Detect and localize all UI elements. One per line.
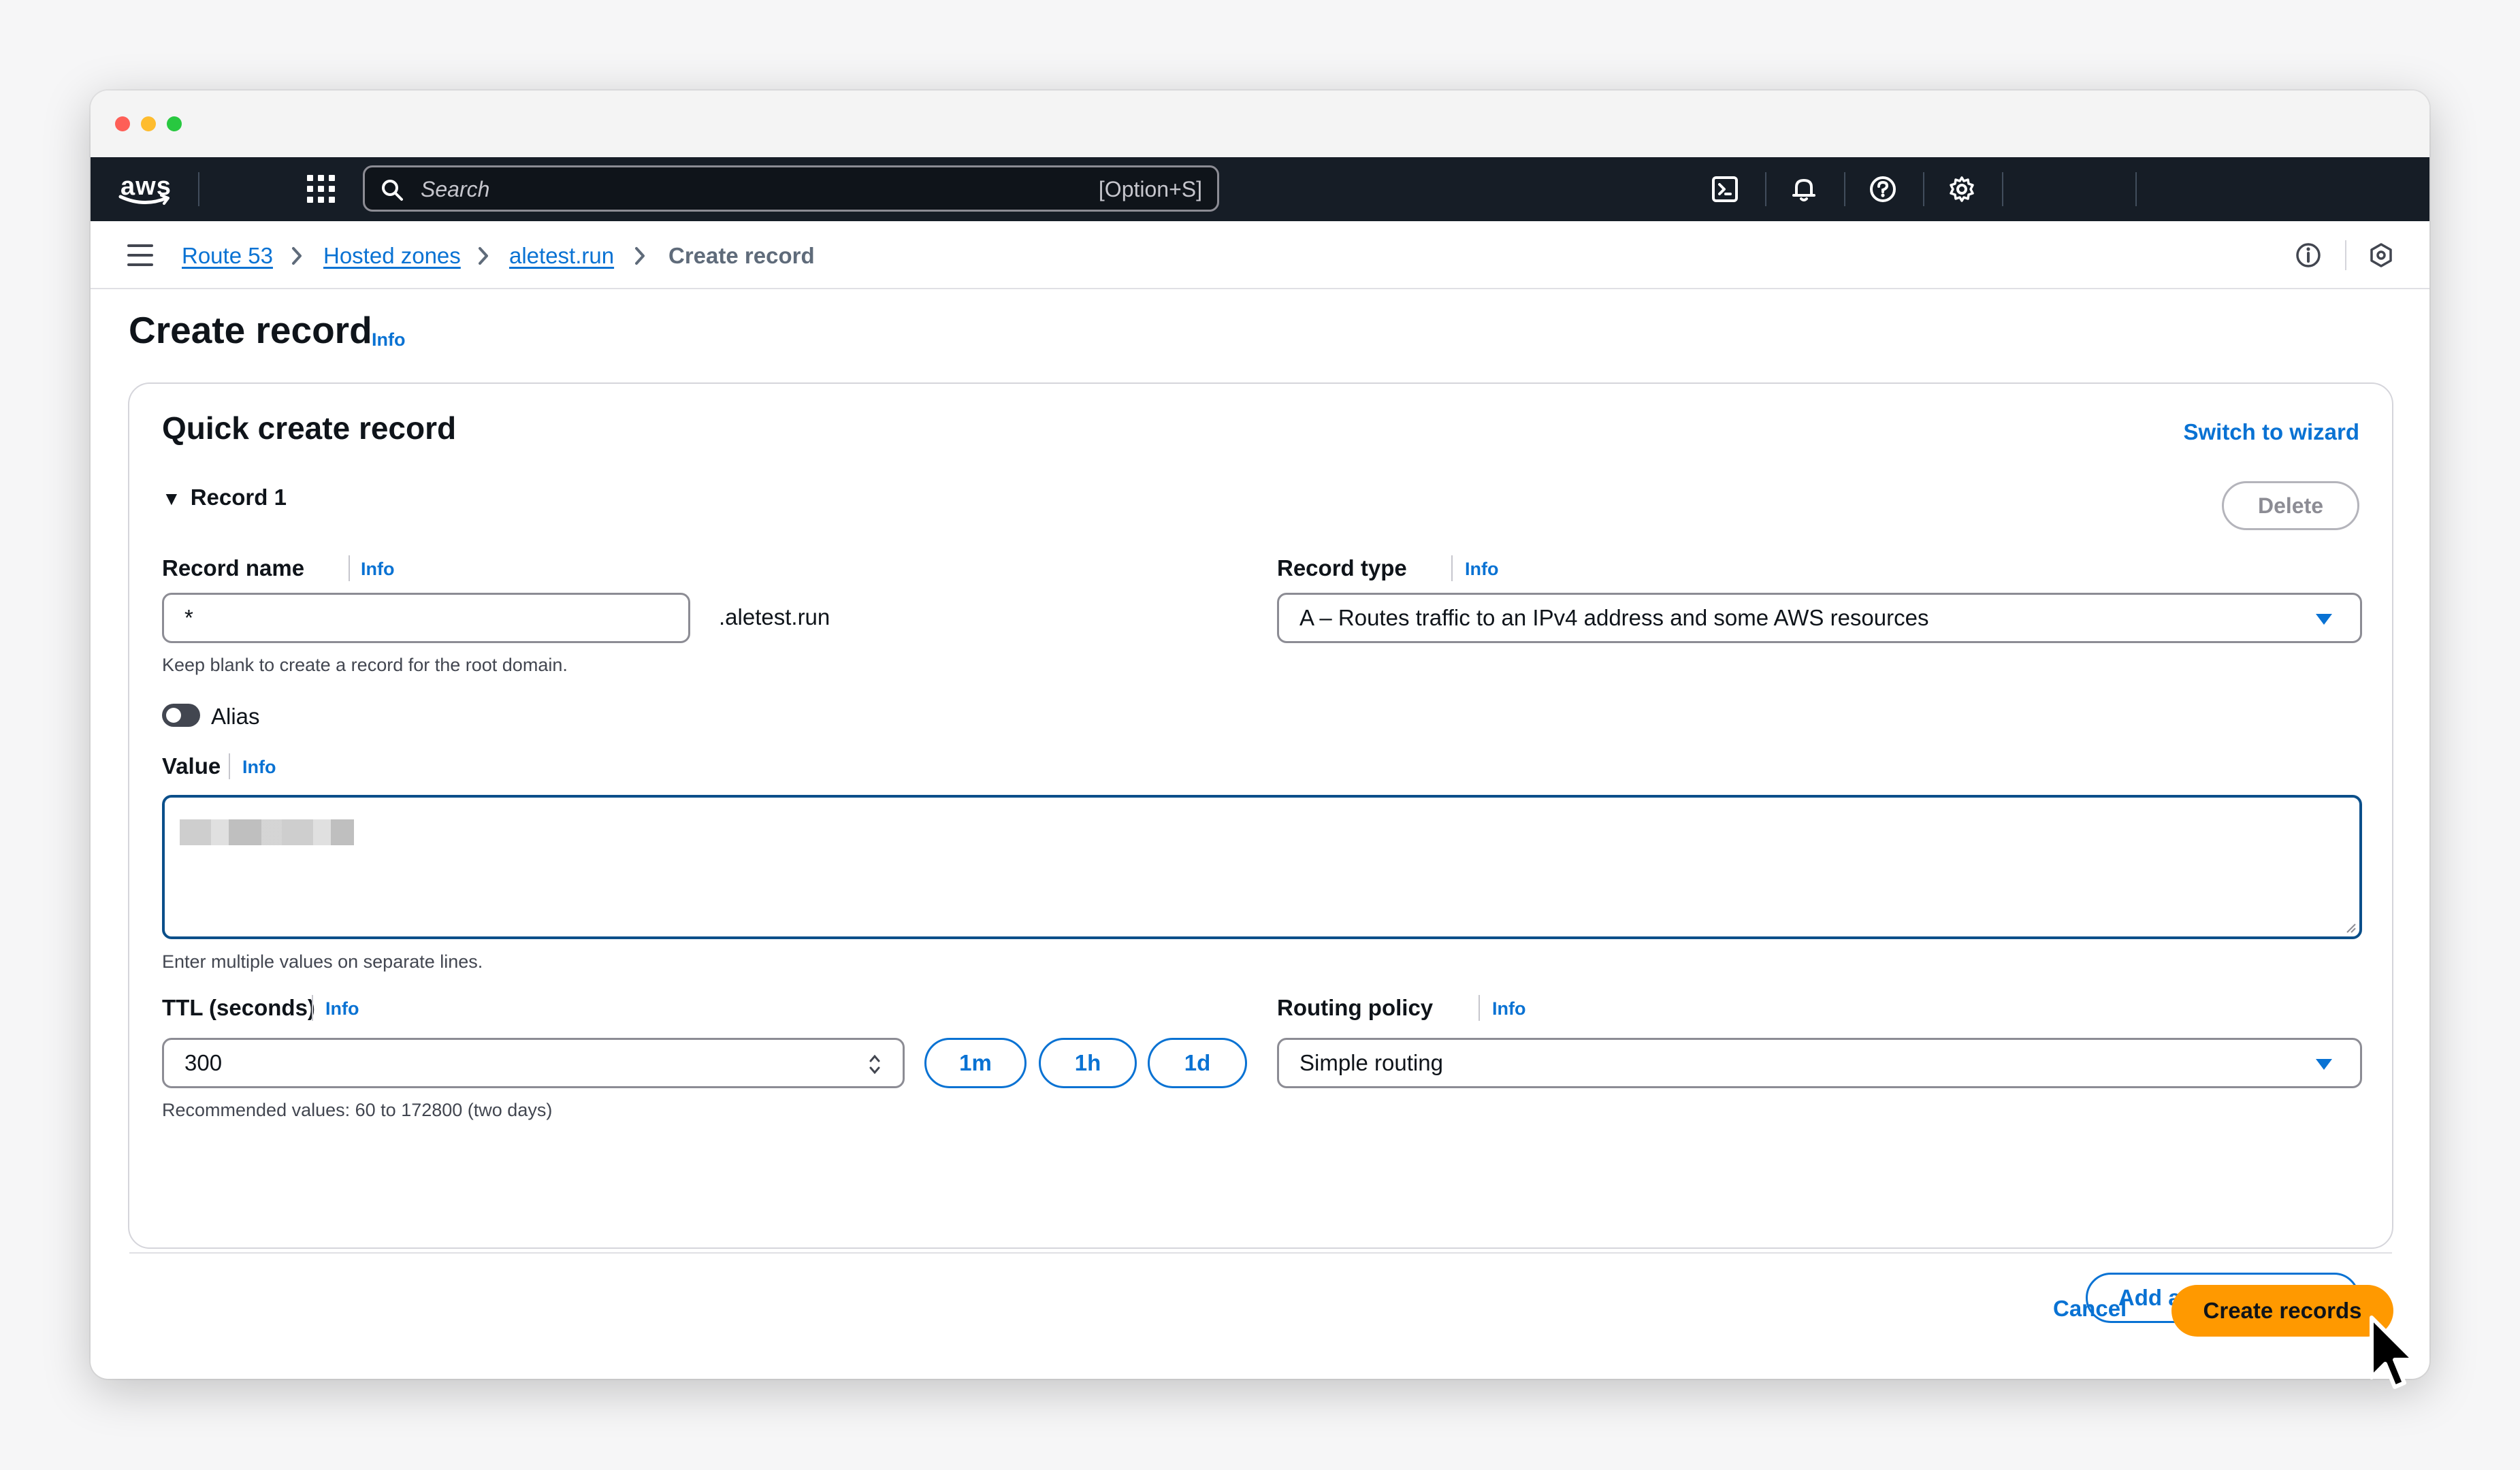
search-shortcut-hint: [Option+S] (1098, 177, 1202, 201)
breadcrumb-divider (2345, 240, 2346, 270)
label-divider (229, 753, 230, 779)
mouse-cursor-icon (2370, 1316, 2416, 1389)
ttl-hint: Recommended values: 60 to 172800 (two da… (162, 1100, 553, 1120)
redacted-ip-value (180, 819, 354, 845)
nav-divider (1923, 172, 1924, 206)
caret-down-icon (2316, 1059, 2332, 1070)
switch-to-wizard-link[interactable]: Switch to wizard (2183, 419, 2359, 445)
nav-divider (1765, 172, 1766, 206)
value-label: Value (162, 753, 221, 779)
label-divider (1479, 995, 1480, 1021)
value-info-link[interactable]: Info (242, 757, 276, 778)
window-titlebar (91, 91, 2429, 157)
record-name-info-link[interactable]: Info (361, 559, 394, 580)
breadcrumb-route53[interactable]: Route 53 (182, 243, 273, 269)
record-1-expander[interactable]: ▼ Record 1 (162, 485, 287, 510)
ttl-preset-1d-button[interactable]: 1d (1148, 1038, 1247, 1088)
help-icon[interactable] (1866, 172, 1900, 206)
card-footer-divider (129, 1252, 2392, 1254)
bell-icon[interactable] (1787, 172, 1821, 206)
value-hint: Enter multiple values on separate lines. (162, 951, 483, 972)
feedback-panel-icon[interactable] (2366, 240, 2396, 270)
breadcrumb-hosted-zone[interactable]: aletest.run (509, 243, 614, 269)
create-records-button[interactable]: Create records (2171, 1285, 2393, 1337)
delete-record-button[interactable]: Delete (2222, 481, 2359, 530)
ttl-label: TTL (seconds) (162, 995, 315, 1020)
nav-divider (2002, 172, 2003, 206)
nav-divider (2135, 172, 2137, 206)
browser-window: aws Search [Option+S] Route 53 Hosted zo… (91, 91, 2429, 1379)
card-title: Quick create record (162, 410, 457, 446)
ttl-preset-1m-button[interactable]: 1m (924, 1038, 1027, 1088)
record-type-info-link[interactable]: Info (1465, 559, 1498, 580)
caret-down-icon (2316, 614, 2332, 625)
cloudshell-icon[interactable] (1708, 172, 1742, 206)
chevron-right-icon (479, 247, 488, 265)
record-type-label: Record type (1277, 555, 1407, 581)
caret-down-icon: ▼ (162, 488, 181, 509)
domain-suffix: .aletest.run (719, 604, 830, 630)
services-menu-icon[interactable] (306, 174, 337, 205)
label-divider (349, 555, 350, 581)
alias-toggle[interactable] (162, 704, 200, 727)
record-name-label: Record name (162, 555, 305, 581)
alias-label: Alias (211, 704, 260, 729)
ttl-info-link[interactable]: Info (325, 998, 359, 1019)
search-icon (382, 180, 403, 201)
routing-policy-select[interactable]: Simple routing (1277, 1038, 2362, 1088)
label-divider (1451, 555, 1453, 581)
quick-create-record-card: Quick create record Switch to wizard ▼ Re… (128, 382, 2393, 1323)
breadcrumb-current: Create record (668, 243, 815, 268)
breadcrumb-hosted-zones[interactable]: Hosted zones (323, 243, 461, 269)
record-name-hint: Keep blank to create a record for the ro… (162, 655, 568, 675)
page-title: Create record (129, 309, 372, 351)
aws-smile-icon (118, 194, 169, 205)
cancel-button[interactable]: Cancel (2053, 1296, 2127, 1322)
ttl-preset-1h-button[interactable]: 1h (1039, 1038, 1137, 1088)
nav-divider (1844, 172, 1845, 206)
nav-divider (198, 172, 199, 206)
page-title-info-link[interactable]: Info (372, 329, 405, 350)
search-placeholder: Search (421, 177, 490, 201)
record-type-select[interactable]: A – Routes traffic to an IPv4 address an… (1277, 593, 2362, 643)
ttl-input[interactable]: 300 (162, 1038, 905, 1088)
zoom-window-button[interactable] (167, 116, 182, 131)
aws-top-navigation: aws Search [Option+S] (91, 157, 2429, 221)
stepper-icon[interactable] (867, 1052, 882, 1077)
breadcrumb-bar: Route 53 Hosted zones aletest.run Create… (91, 221, 2429, 289)
info-panel-icon[interactable] (2293, 240, 2323, 270)
chevron-right-icon (292, 247, 302, 265)
resize-handle-icon[interactable] (2344, 921, 2357, 934)
minimize-window-button[interactable] (141, 116, 156, 131)
record-1-label: Record 1 (190, 485, 287, 510)
aws-logo[interactable]: aws (116, 169, 175, 208)
settings-icon[interactable] (1945, 172, 1979, 206)
record-name-input[interactable]: * (162, 593, 690, 643)
routing-policy-selected-value: Simple routing (1299, 1050, 1443, 1075)
search-input[interactable]: Search [Option+S] (363, 165, 1219, 212)
record-type-selected-value: A – Routes traffic to an IPv4 address an… (1299, 605, 1929, 630)
value-textarea[interactable] (162, 795, 2362, 939)
label-divider (312, 995, 313, 1021)
routing-policy-label: Routing policy (1277, 995, 1434, 1020)
hamburger-menu-icon[interactable] (127, 243, 153, 267)
chevron-right-icon (635, 247, 645, 265)
ttl-value: 300 (184, 1050, 223, 1075)
close-window-button[interactable] (115, 116, 130, 131)
routing-policy-info-link[interactable]: Info (1492, 998, 1525, 1019)
